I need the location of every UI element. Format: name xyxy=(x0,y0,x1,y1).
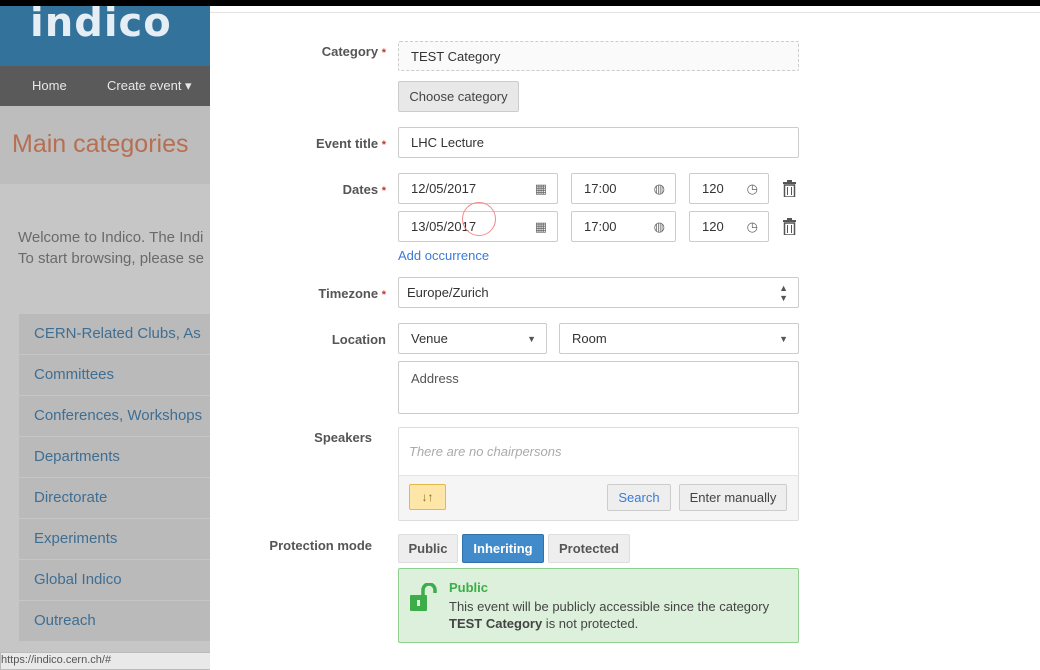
location-label: Location xyxy=(331,332,386,347)
speakers-empty-text: There are no chairpersons xyxy=(409,444,562,459)
address-placeholder: Address xyxy=(411,371,459,386)
event-title-label-text: Event title xyxy=(315,136,379,151)
create-event-dialog: Category * TEST Category Choose category… xyxy=(210,6,1040,670)
category-item[interactable]: Departments xyxy=(19,437,210,478)
room-dropdown[interactable]: Room ▼ xyxy=(559,323,799,354)
room-value: Room xyxy=(572,331,607,346)
click-indicator xyxy=(462,202,496,236)
category-item[interactable]: Experiments xyxy=(19,519,210,560)
category-item[interactable]: Global Indico xyxy=(19,560,210,601)
start-time-input[interactable]: 17:00 ◍ xyxy=(571,173,676,204)
event-title-label: Event title * xyxy=(210,136,386,151)
category-list: CERN-Related Clubs, As Committees Confer… xyxy=(19,314,210,642)
welcome-line-1: Welcome to Indico. The Indi xyxy=(18,229,204,246)
date-value: 12/05/2017 xyxy=(411,181,477,196)
main-nav: Home Create event ▾ xyxy=(0,66,210,106)
protection-public-button[interactable]: Public xyxy=(398,534,458,563)
dates-label-text: Dates xyxy=(342,182,379,197)
enter-manually-button[interactable]: Enter manually xyxy=(679,484,787,511)
welcome-line-2: To start browsing, please se xyxy=(18,250,204,267)
trash-icon[interactable] xyxy=(782,180,797,197)
sort-icon[interactable]: ↓↑ xyxy=(409,484,446,510)
page-title: Main categories xyxy=(12,130,189,158)
duration-value: 120 xyxy=(702,219,724,234)
time-value: 17:00 xyxy=(584,219,617,234)
category-item[interactable]: Conferences, Workshops xyxy=(19,396,210,437)
choose-category-button[interactable]: Choose category xyxy=(398,81,519,112)
select-arrows-icon: ▲ ▼ xyxy=(779,282,788,303)
timezone-select[interactable]: Europe/Zurich ▲ ▼ xyxy=(398,277,799,308)
alert-category-name: TEST Category xyxy=(449,616,543,631)
category-label-text: Category xyxy=(321,44,379,59)
speakers-label: Speakers xyxy=(314,430,372,445)
chevron-down-icon: ▼ xyxy=(779,333,788,344)
venue-value: Venue xyxy=(411,331,448,346)
search-button[interactable]: Search xyxy=(607,484,671,511)
alert-text-rest: is not protected. xyxy=(542,616,639,631)
nav-create-event[interactable]: Create event ▾ xyxy=(107,78,192,94)
chevron-down-icon: ▼ xyxy=(527,333,536,344)
clock-icon: ◷ xyxy=(746,180,758,196)
required-mark: * xyxy=(381,185,386,197)
indico-logo[interactable]: indico xyxy=(30,6,172,46)
duration-input[interactable]: 120 ◷ xyxy=(689,173,769,204)
duration-value: 120 xyxy=(702,181,724,196)
add-occurrence-link[interactable]: Add occurrence xyxy=(398,248,489,263)
required-mark: * xyxy=(381,139,386,151)
globe-icon[interactable]: ◍ xyxy=(654,219,665,235)
protection-mode-label: Protection mode xyxy=(269,538,372,553)
category-field: TEST Category xyxy=(398,41,799,71)
required-mark: * xyxy=(381,47,386,59)
protection-info-alert: Public This event will be publicly acces… xyxy=(398,568,799,643)
unlock-icon xyxy=(410,583,437,611)
required-mark: * xyxy=(381,289,386,301)
address-textarea[interactable]: Address xyxy=(398,361,799,414)
timezone-label-text: Timezone xyxy=(318,286,379,301)
end-time-input[interactable]: 17:00 ◍ xyxy=(571,211,676,242)
site-header: indico xyxy=(0,6,210,66)
category-label: Category * xyxy=(210,44,386,59)
calendar-icon[interactable]: ▦ xyxy=(535,181,547,197)
calendar-icon[interactable]: ▦ xyxy=(535,219,547,235)
category-value: TEST Category xyxy=(411,48,501,64)
welcome-text: Welcome to Indico. The Indi To start bro… xyxy=(18,227,204,269)
dialog-divider xyxy=(210,12,1040,13)
alert-text: This event will be publicly accessible s… xyxy=(449,598,769,632)
alert-text-line-2: TEST Category is not protected. xyxy=(449,615,769,632)
alert-title: Public xyxy=(449,580,489,595)
venue-dropdown[interactable]: Venue ▼ xyxy=(398,323,547,354)
category-item[interactable]: Directorate xyxy=(19,478,210,519)
timezone-label: Timezone * xyxy=(210,286,386,301)
start-date-input[interactable]: 12/05/2017 ▦ xyxy=(398,173,558,204)
category-item[interactable]: CERN-Related Clubs, As xyxy=(19,314,210,355)
protection-inheriting-button[interactable]: Inheriting xyxy=(462,534,544,563)
speakers-widget: There are no chairpersons ↓↑ Search Ente… xyxy=(398,427,799,521)
trash-icon[interactable] xyxy=(782,218,797,235)
event-title-value: LHC Lecture xyxy=(411,135,484,150)
alert-text-line-1: This event will be publicly accessible s… xyxy=(449,599,770,614)
category-item[interactable]: Outreach xyxy=(19,601,210,642)
clock-icon: ◷ xyxy=(746,218,758,234)
nav-home[interactable]: Home xyxy=(32,78,67,93)
timezone-value: Europe/Zurich xyxy=(407,285,489,300)
time-value: 17:00 xyxy=(584,181,617,196)
globe-icon[interactable]: ◍ xyxy=(654,181,665,197)
speakers-toolbar: ↓↑ Search Enter manually xyxy=(399,475,798,520)
category-item[interactable]: Committees xyxy=(19,355,210,396)
protection-protected-button[interactable]: Protected xyxy=(548,534,630,563)
duration-input[interactable]: 120 ◷ xyxy=(689,211,769,242)
event-title-input[interactable]: LHC Lecture xyxy=(398,127,799,158)
dates-label: Dates * xyxy=(210,182,386,197)
